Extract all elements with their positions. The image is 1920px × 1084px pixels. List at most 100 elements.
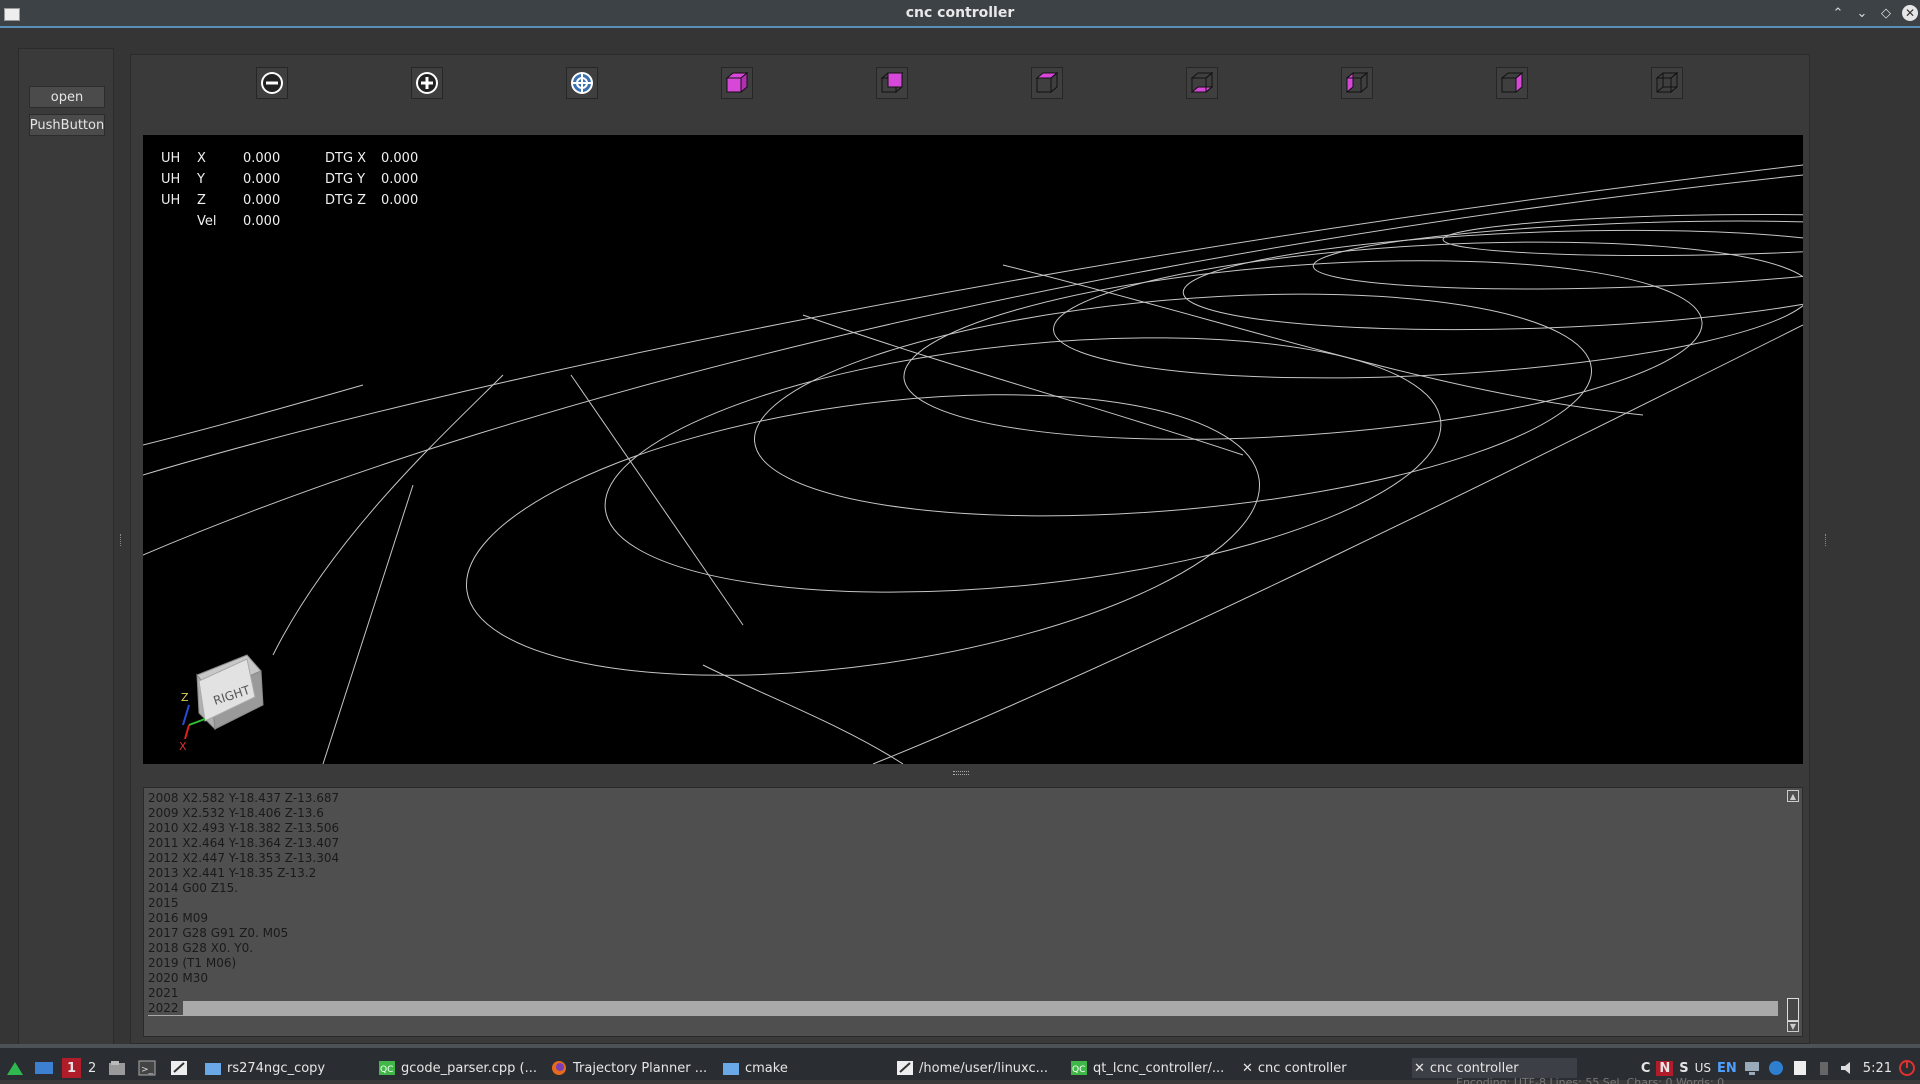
gcode-line-text: X2.582 Y-18.437 Z-13.687 xyxy=(182,791,340,805)
view-right-button[interactable] xyxy=(1341,67,1373,99)
tray-n-indicator[interactable]: N xyxy=(1656,1060,1674,1076)
workspace-1[interactable]: 1 xyxy=(62,1058,82,1078)
volume-icon[interactable] xyxy=(1839,1060,1857,1076)
zoom-out-button[interactable] xyxy=(256,67,288,99)
task-cnc-controller-2[interactable]: ✕ cnc controller xyxy=(1412,1058,1577,1078)
clock[interactable]: 5:21 xyxy=(1863,1061,1892,1076)
workspace-2[interactable]: 2 xyxy=(88,1058,96,1078)
view-bottom-button[interactable] xyxy=(1186,67,1218,99)
close-icon[interactable]: ✕ xyxy=(1902,5,1918,21)
clipboard-icon[interactable] xyxy=(1791,1060,1809,1076)
maximize-icon[interactable]: ◇ xyxy=(1878,5,1894,21)
task-cnc-controller-1[interactable]: ✕ cnc controller xyxy=(1242,1058,1347,1078)
task-qt-lcnc-controller[interactable]: QC qt_lcnc_controller/... xyxy=(1070,1058,1224,1078)
gcode-line[interactable]: 2017 G28 G91 Z0. M05 xyxy=(148,926,1778,941)
dro-axis: Y xyxy=(197,172,205,187)
show-desktop-button[interactable] xyxy=(34,1058,54,1078)
main-window: open PushButton UH X 0.000 DTG X 0.000 U… xyxy=(0,28,1920,1058)
dtg-label: DTG Y xyxy=(325,172,366,187)
dro-row-vel: Vel 0.000 xyxy=(161,214,441,235)
gcode-line-number: 2013 xyxy=(148,866,179,880)
terminal-launcher[interactable]: >_ xyxy=(138,1058,156,1078)
app-menu-button[interactable] xyxy=(6,1058,24,1078)
zoom-fit-button[interactable] xyxy=(566,67,598,99)
editor-launcher[interactable] xyxy=(170,1058,188,1078)
right-splitter-handle[interactable] xyxy=(1825,534,1828,546)
power-icon[interactable] xyxy=(1898,1059,1916,1077)
left-panel: open PushButton xyxy=(18,48,114,1058)
view-iso-button[interactable] xyxy=(1651,67,1683,99)
tray-s-indicator[interactable]: S xyxy=(1679,1061,1688,1076)
gcode-line[interactable]: 2009 X2.532 Y-18.406 Z-13.6 xyxy=(148,806,1778,821)
view-top-button[interactable] xyxy=(721,67,753,99)
language-indicator[interactable]: EN xyxy=(1717,1061,1737,1076)
gcode-line[interactable]: 2014 G00 Z15. xyxy=(148,881,1778,896)
gcode-line-number: 2008 xyxy=(148,791,179,805)
gcode-line[interactable]: 2015 xyxy=(148,896,1778,911)
task-label: cmake xyxy=(745,1060,788,1076)
network-icon[interactable] xyxy=(1743,1060,1761,1076)
gcode-line-text: G00 Z15. xyxy=(182,881,239,895)
viewport-splitter-handle[interactable] xyxy=(953,771,969,775)
qtcreator-icon: QC xyxy=(379,1061,395,1075)
task-label: qt_lcnc_controller/... xyxy=(1093,1060,1225,1076)
gcode-line-number: 2012 xyxy=(148,851,179,865)
view-toolbar xyxy=(131,55,1811,110)
dro-axis: Z xyxy=(197,193,206,208)
gcode-line[interactable]: 2010 X2.493 Y-18.382 Z-13.506 xyxy=(148,821,1778,836)
view-back-button[interactable] xyxy=(1496,67,1528,99)
gcode-line[interactable]: 2022 xyxy=(148,1001,1778,1016)
task-home-user-linuxc[interactable]: /home/user/linuxc... xyxy=(896,1058,1048,1078)
gcode-line-text: G28 X0. Y0. xyxy=(182,941,254,955)
center-panel: UH X 0.000 DTG X 0.000 UH Y 0.000 DTG Y … xyxy=(130,54,1810,1044)
window-menu-icon[interactable] xyxy=(4,8,20,21)
tray-c-indicator[interactable]: C xyxy=(1641,1061,1651,1076)
svg-text:QC: QC xyxy=(380,1065,393,1075)
gcode-line[interactable]: 2016 M09 xyxy=(148,911,1778,926)
gcode-scrollbar[interactable]: ▲ ▼ xyxy=(1786,790,1800,1034)
dro-row-x: UH X 0.000 DTG X 0.000 xyxy=(161,151,441,172)
keyboard-layout[interactable]: US xyxy=(1695,1061,1711,1075)
minimize-icon[interactable]: ⌄ xyxy=(1854,5,1870,21)
gcode-line-text: X2.464 Y-18.364 Z-13.407 xyxy=(182,836,340,850)
dtg-label: DTG Z xyxy=(325,193,367,208)
left-splitter-handle[interactable] xyxy=(120,534,123,546)
text-editor-icon xyxy=(171,1061,187,1075)
gcode-line-text: X2.447 Y-18.353 Z-13.304 xyxy=(182,851,340,865)
task-label: cnc controller xyxy=(1257,1060,1347,1076)
pushbutton-button[interactable]: PushButton xyxy=(29,114,105,136)
toolpath-viewport[interactable]: UH X 0.000 DTG X 0.000 UH Y 0.000 DTG Y … xyxy=(143,135,1803,764)
update-icon[interactable] xyxy=(1767,1060,1785,1076)
gcode-editor[interactable]: 2008 X2.582 Y-18.437 Z-13.687 2009 X2.532… xyxy=(143,787,1803,1037)
zoom-in-icon xyxy=(416,72,438,94)
gcode-line-number: 2020 xyxy=(148,971,179,985)
gcode-line[interactable]: 2011 X2.464 Y-18.364 Z-13.407 xyxy=(148,836,1778,851)
task-rs274ngc-copy[interactable]: rs274ngc_copy xyxy=(204,1058,325,1078)
task-trajectory-planner[interactable]: Trajectory Planner ... xyxy=(550,1058,707,1078)
task-cmake[interactable]: cmake xyxy=(722,1058,788,1078)
view-left-button[interactable] xyxy=(1031,67,1063,99)
cube-right-icon xyxy=(1345,71,1369,94)
gcode-line[interactable]: 2012 X2.447 Y-18.353 Z-13.304 xyxy=(148,851,1778,866)
battery-icon[interactable] xyxy=(1815,1060,1833,1076)
task-gcode-parser[interactable]: QC gcode_parser.cpp (... xyxy=(378,1058,537,1078)
keep-above-icon[interactable]: ⌃ xyxy=(1830,5,1846,21)
gcode-line[interactable]: 2020 M30 xyxy=(148,971,1778,986)
title-bar: cnc controller ⌃ ⌄ ◇ ✕ xyxy=(0,0,1920,28)
view-cube[interactable]: RIGHT Z X xyxy=(159,635,279,755)
gcode-line[interactable]: 2021 xyxy=(148,986,1778,1001)
gcode-line[interactable]: 2018 G28 X0. Y0. xyxy=(148,941,1778,956)
file-manager-launcher[interactable] xyxy=(108,1058,126,1078)
dro-row-z: UH Z 0.000 DTG Z 0.000 xyxy=(161,193,441,214)
zoom-in-button[interactable] xyxy=(411,67,443,99)
view-front-button[interactable] xyxy=(876,67,908,99)
gcode-line-text: M09 xyxy=(182,911,208,925)
scroll-up-icon[interactable]: ▲ xyxy=(1787,790,1799,802)
gcode-line[interactable]: 2019 (T1 M06) xyxy=(148,956,1778,971)
gcode-line[interactable]: 2013 X2.441 Y-18.35 Z-13.2 xyxy=(148,866,1778,881)
gcode-line[interactable]: 2008 X2.582 Y-18.437 Z-13.687 xyxy=(148,791,1778,806)
open-button[interactable]: open xyxy=(29,86,105,108)
scroll-thumb[interactable] xyxy=(1787,998,1799,1022)
task-label: cnc controller xyxy=(1429,1060,1519,1076)
scroll-down-icon[interactable]: ▼ xyxy=(1787,1020,1799,1032)
